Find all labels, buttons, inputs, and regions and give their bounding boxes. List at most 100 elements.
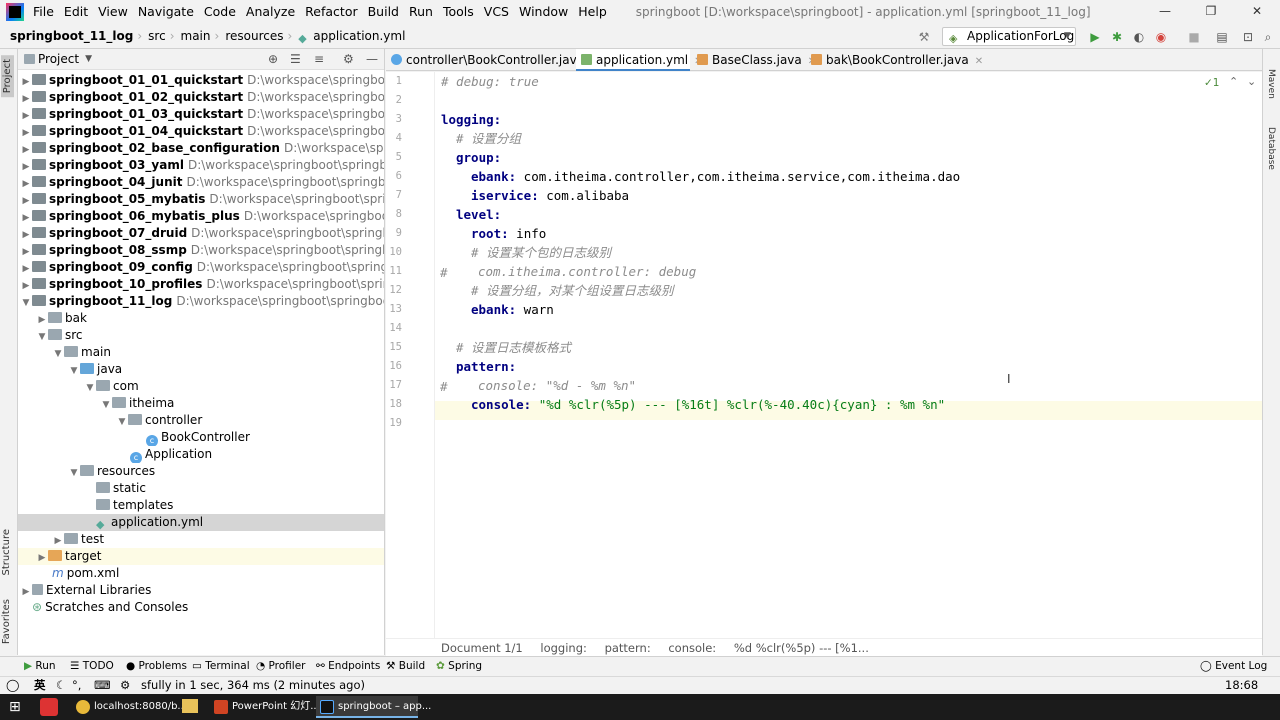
tree-row-module[interactable]: ▶ springboot_01_02_quickstart D:\workspace… — [18, 89, 384, 106]
project-structure-icon[interactable]: ▤ — [1214, 29, 1230, 45]
tool-spring[interactable]: ✿ Spring — [436, 660, 482, 672]
ime-moon-icon[interactable]: ☾ — [56, 677, 66, 694]
tool-terminal[interactable]: ▭ Terminal — [192, 660, 250, 672]
tree-row-resources[interactable]: ▼ resources — [18, 463, 384, 480]
tool-problems[interactable]: ● Problems — [126, 660, 187, 672]
tree-row-application-yml[interactable]: ◆ application.yml — [18, 514, 384, 531]
tool-profiler[interactable]: ◔ Profiler — [256, 660, 305, 672]
menu-build[interactable]: Build — [363, 0, 404, 24]
menu-code[interactable]: Code — [199, 0, 241, 24]
tree-row-module[interactable]: ▶ springboot_07_druid D:\workspace\springb… — [18, 225, 384, 242]
crumb-file[interactable]: ◆ application.yml — [292, 29, 409, 45]
search-everywhere-icon[interactable]: ⊡ — [1240, 29, 1256, 45]
ime-status-icon[interactable]: ◯ — [6, 677, 19, 694]
tool-run[interactable]: ▶ Run — [24, 660, 56, 672]
tree-row-java[interactable]: ▼ java — [18, 361, 384, 378]
project-panel-title[interactable]: Project — [38, 52, 79, 66]
debug-icon[interactable]: ✱ — [1109, 29, 1125, 45]
tree-row-module[interactable]: ▶ springboot_05_mybatis D:\workspace\sprin… — [18, 191, 384, 208]
favorites-tool-tab[interactable]: Favorites — [1, 599, 12, 644]
tree-row-scratches[interactable]: ⊛ Scratches and Consoles — [18, 599, 384, 616]
tab-baseclass[interactable]: BaseClass.java✕ — [692, 49, 816, 71]
chevron-down-icon[interactable]: ⌄ — [1247, 75, 1256, 88]
breadcrumb-item[interactable]: pattern: — [605, 641, 651, 655]
tree-row-itheima[interactable]: ▼ itheima — [18, 395, 384, 412]
inspection-widget[interactable]: ✓1 — [1204, 77, 1219, 89]
taskbar-chrome[interactable]: localhost:8080/b... — [72, 696, 187, 718]
menu-view[interactable]: View — [93, 0, 133, 24]
tree-row-main[interactable]: ▼ main — [18, 344, 384, 361]
tree-row-module[interactable]: ▶ springboot_02_base_configuration D:\work… — [18, 140, 384, 157]
breadcrumb-item[interactable]: logging: — [540, 641, 587, 655]
menu-analyze[interactable]: Analyze — [241, 0, 300, 24]
search-icon[interactable]: ⌕ — [1260, 29, 1276, 45]
menu-tools[interactable]: Tools — [438, 0, 479, 24]
menu-refactor[interactable]: Refactor — [300, 0, 362, 24]
tool-event-log[interactable]: ◯ Event Log — [1200, 660, 1267, 672]
chevron-up-icon[interactable]: ⌃ — [1229, 75, 1238, 88]
tree-row-src[interactable]: ▼ src — [18, 327, 384, 344]
tree-row-bak[interactable]: ▶ bak — [18, 310, 384, 327]
windows-start-icon[interactable]: ⊞ — [9, 699, 21, 715]
close-icon[interactable]: ✕ — [1234, 0, 1280, 24]
tree-row-module[interactable]: ▶ springboot_01_03_quickstart D:\workspace… — [18, 106, 384, 123]
crumb-module[interactable]: springboot_11_log — [0, 29, 137, 43]
taskbar-powerpoint[interactable]: PowerPoint 幻灯... — [210, 696, 320, 718]
tree-row-bookcontroller[interactable]: c BookController — [18, 429, 384, 446]
tree-row-module[interactable]: ▶ springboot_09_config D:\workspace\spring… — [18, 259, 384, 276]
menu-navigate[interactable]: Navigate — [133, 0, 199, 24]
tab-bookcontroller[interactable]: controller\BookController.java✕ — [386, 49, 598, 71]
tree-row-templates[interactable]: templates — [18, 497, 384, 514]
crumb-resources[interactable]: resources — [219, 29, 287, 43]
menu-file[interactable]: File — [28, 0, 59, 24]
tool-endpoints[interactable]: ⚯ Endpoints — [316, 660, 380, 672]
gear-icon[interactable]: ⚙ — [343, 52, 354, 66]
keyboard-icon[interactable]: ⌨ — [94, 677, 111, 694]
run-icon[interactable]: ▶ — [1087, 29, 1103, 45]
project-tool-tab[interactable]: Project — [1, 55, 14, 98]
tool-build[interactable]: ⚒ Build — [386, 660, 425, 672]
ime-punct-icon[interactable]: °, — [72, 677, 81, 694]
app-icon[interactable] — [40, 698, 58, 716]
breadcrumb-item[interactable]: console: — [668, 641, 716, 655]
tree-row-external-libraries[interactable]: ▶ External Libraries — [18, 582, 384, 599]
tree-row-controller[interactable]: ▼ controller — [18, 412, 384, 429]
tree-row-test[interactable]: ▶ test — [18, 531, 384, 548]
database-tool-tab[interactable]: Database — [1266, 127, 1276, 170]
caret-position[interactable]: 18:68 — [1225, 677, 1258, 694]
menu-window[interactable]: Window — [514, 0, 573, 24]
tree-row-pom[interactable]: m pom.xml — [18, 565, 384, 582]
ime-language[interactable]: 英 — [34, 677, 46, 694]
profiler-icon[interactable]: ◉ — [1153, 29, 1169, 45]
hide-icon[interactable]: — — [366, 52, 378, 66]
tree-row-module[interactable]: ▶ springboot_06_mybatis_plus D:\workspace\… — [18, 208, 384, 225]
crumb-main[interactable]: main — [175, 29, 215, 43]
locate-icon[interactable]: ⊕ — [268, 52, 278, 66]
tree-row-static[interactable]: static — [18, 480, 384, 497]
tree-row-module[interactable]: ▶ springboot_01_01_quickstart D:\workspace… — [18, 72, 384, 89]
gear-icon[interactable]: ⚙ — [120, 677, 130, 694]
code-editor[interactable]: 1 2 3 4 5 6 7 8 9 10 11 12 13 14 15 16 1… — [386, 72, 1262, 638]
menu-help[interactable]: Help — [573, 0, 612, 24]
chevron-down-icon[interactable]: ▼ — [85, 54, 92, 64]
tree-row-com[interactable]: ▼ com — [18, 378, 384, 395]
tree-row-module[interactable]: ▼ springboot_11_log D:\workspace\springboo… — [18, 293, 384, 310]
tree-row-module[interactable]: ▶ springboot_08_ssmp D:\workspace\springbo… — [18, 242, 384, 259]
tab-application-yml[interactable]: application.yml✕ — [576, 49, 703, 71]
menu-edit[interactable]: Edit — [59, 0, 93, 24]
menu-vcs[interactable]: VCS — [479, 0, 514, 24]
run-configuration-select[interactable]: ◈ ApplicationForLog ▼ — [942, 27, 1076, 46]
tab-bak-bookcontroller[interactable]: bak\BookController.java ✕ — [806, 49, 983, 71]
expand-all-icon[interactable]: ☰ — [290, 52, 301, 66]
tool-todo[interactable]: ☰ TODO — [70, 660, 114, 672]
tree-row-module[interactable]: ▶ springboot_10_profiles D:\workspace\spri… — [18, 276, 384, 293]
coverage-icon[interactable]: ◐ — [1131, 29, 1147, 45]
explorer-icon[interactable] — [182, 699, 198, 713]
crumb-src[interactable]: src — [142, 29, 170, 43]
menu-run[interactable]: Run — [404, 0, 438, 24]
stop-icon[interactable]: ■ — [1186, 29, 1202, 45]
collapse-all-icon[interactable]: ≡ — [314, 52, 324, 66]
hammer-icon[interactable]: ⚒ — [916, 29, 932, 45]
tree-row-module[interactable]: ▶ springboot_04_junit D:\workspace\springb… — [18, 174, 384, 191]
structure-tool-tab[interactable]: Structure — [1, 529, 12, 576]
